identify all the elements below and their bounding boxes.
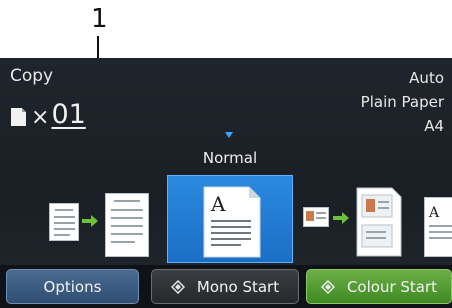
preset-carousel[interactable]: A A: [0, 175, 452, 263]
start-diamond-icon: [170, 279, 185, 294]
mono-start-label: Mono Start: [196, 277, 280, 296]
id-card-small-icon: [303, 207, 329, 227]
copy-screen: Copy × 01 Auto Plain Paper A4 Normal A A…: [0, 58, 452, 308]
start-diamond-icon: [320, 279, 335, 294]
selection-indicator-icon: [225, 132, 233, 138]
id-card-large-icon: [356, 187, 402, 257]
svg-text:A: A: [428, 205, 440, 221]
normal-document-icon: A: [203, 186, 261, 258]
colour-start-button[interactable]: Colour Start: [306, 269, 452, 304]
copies-value[interactable]: 01: [51, 100, 85, 130]
document-preview-icon: A: [424, 197, 452, 257]
button-bar: Options Mono Start Colour Start: [0, 265, 452, 308]
receipt-large-icon: [105, 193, 149, 257]
svg-text:A: A: [210, 192, 226, 216]
mono-start-button[interactable]: Mono Start: [151, 269, 299, 304]
paper-size-value: A4: [424, 117, 444, 135]
paper-type-value: Plain Paper: [360, 93, 444, 111]
callout-number: 1: [91, 4, 108, 34]
copy-count[interactable]: × 01: [10, 100, 86, 130]
multiply-sign: ×: [31, 105, 50, 130]
receipt-small-icon: [49, 203, 79, 241]
document-icon: [11, 108, 26, 126]
colour-start-label: Colour Start: [346, 277, 438, 296]
settings-summary: Auto Plain Paper A4: [361, 66, 444, 138]
screen-title: Copy: [10, 66, 54, 86]
selected-preset-label: Normal: [202, 149, 258, 167]
green-arrow-icon: [82, 215, 98, 227]
quality-value: Auto: [409, 69, 444, 87]
options-button[interactable]: Options: [6, 269, 139, 304]
options-button-label: Options: [43, 277, 102, 296]
preset-normal[interactable]: A: [167, 175, 293, 263]
green-arrow-icon: [333, 212, 349, 224]
